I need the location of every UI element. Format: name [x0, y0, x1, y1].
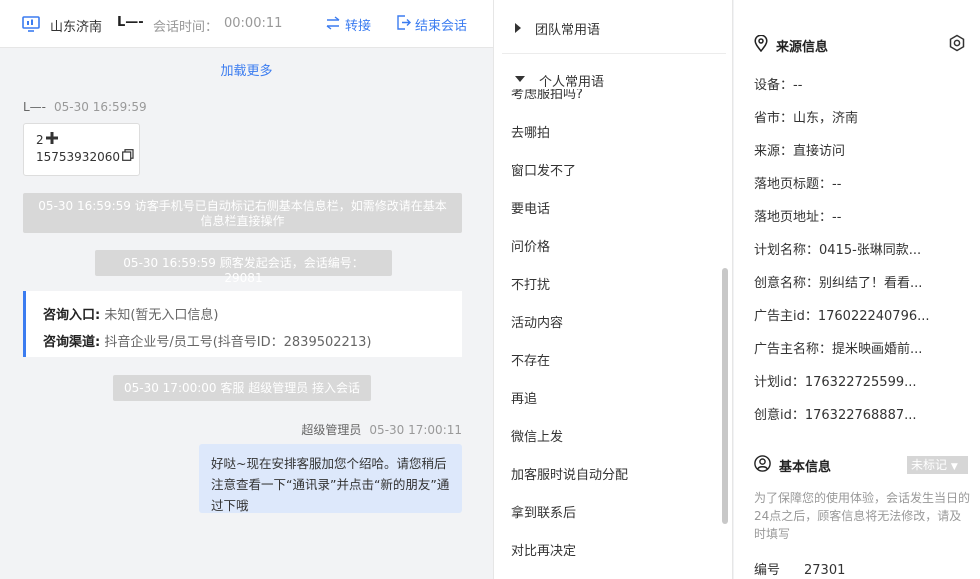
source-info-row: 来源：直接访问 [754, 144, 846, 159]
session-time: 00:00:11 [224, 16, 283, 31]
settings-icon[interactable] [948, 34, 966, 52]
visitor-region: 山东济南 [50, 20, 103, 35]
customer-id-row: 编号 27301 [754, 559, 845, 578]
source-info-row: 落地页标题：-- [754, 177, 842, 192]
edit-notice: 为了保障您的使用体验，会话发生当日的24点之后，顾客信息将无法修改，请及时填写 [754, 491, 971, 541]
customer-id-value: 27301 [804, 563, 846, 578]
basic-info-label: 基本信息 [779, 460, 832, 475]
phrase-item[interactable]: 再追 [511, 388, 537, 407]
chat-panel: 山东济南 L—- 会话时间： 00:00:11 转接 结束会话 加载更多 L—-… [0, 0, 493, 579]
inquiry-channel-label: 咨询渠道: [43, 335, 101, 350]
phrase-item[interactable]: 问价格 [511, 236, 550, 255]
inquiry-info-card: 咨询入口: 未知(暂无入口信息) 咨询渠道: 抖音企业号/员工号(抖音号ID：2… [23, 291, 462, 357]
phrase-item[interactable]: 要电话 [511, 198, 550, 217]
transfer-icon [325, 15, 341, 34]
source-info-row: 创意名称：别纠结了！看看... [754, 276, 923, 291]
basic-info-title: 基本信息 [754, 455, 831, 476]
visitor-message-meta: L—- 05-30 16:59:59 [23, 100, 147, 114]
location-icon [754, 34, 768, 56]
mark-status-label: 未标记 [911, 458, 948, 472]
mark-status-dropdown[interactable]: 未标记 ▼ [907, 456, 968, 474]
load-more-link[interactable]: 加载更多 [0, 60, 493, 79]
customer-id-label: 编号 [754, 563, 781, 578]
card-phone: 15753932060 [36, 150, 120, 164]
source-info-row: 广告主名称：提米映画婚前... [754, 342, 923, 357]
personal-phrases-toggle[interactable]: 个人常用语 [494, 67, 732, 90]
phrase-item[interactable]: 对比再决定 [511, 540, 576, 559]
inquiry-channel-value: 抖音企业号/员工号(抖音号ID：2839502213) [104, 335, 372, 350]
visitor-message-name: L—- [23, 100, 47, 114]
source-info-row: 计划名称：0415-张琳同款... [754, 243, 922, 258]
phrase-item[interactable]: 活动内容 [511, 312, 563, 331]
visitor-message-time: 05-30 16:59:59 [54, 100, 147, 114]
caret-right-icon [515, 23, 521, 33]
session-time-label: 会话时间： [153, 20, 219, 35]
phrase-item[interactable]: 不打扰 [511, 274, 550, 293]
system-message: 05-30 16:59:59 顾客发起会话，会话编号：29081 [95, 250, 392, 285]
agent-message-name: 超级管理员 [301, 423, 362, 437]
divider [502, 53, 726, 54]
phrase-item[interactable]: 窗口发不了 [511, 160, 576, 179]
transfer-button[interactable]: 转接 [325, 15, 371, 34]
phrase-item[interactable]: 拿到联系后 [511, 502, 576, 521]
scrollbar-thumb[interactable] [722, 268, 728, 524]
phrase-item[interactable]: 微信上发 [511, 426, 563, 445]
source-info-row: 省市：山东，济南 [754, 111, 859, 126]
chat-header: 山东济南 L—- 会话时间： 00:00:11 转接 结束会话 [0, 0, 493, 48]
source-info-row: 创意id：176322768887... [754, 408, 917, 423]
visitor-contact-card: 2 15753932060 [23, 123, 140, 176]
quick-phrases-panel: 考虑服拍吗? 去哪拍 窗口发不了 要电话 问价格 不打扰 活动内容 不存在 再追 微信上发 加客服… [493, 0, 733, 579]
system-message: 05-30 17:00:00 客服 超级管理员 接入会话 [113, 375, 371, 401]
team-phrases-label: 团队常用语 [535, 22, 601, 38]
inquiry-entry-label: 咨询入口: [43, 308, 101, 323]
card-line-1: 2 [36, 133, 44, 147]
visitor-info-panel: 来源信息 设备：-- 省市：山东，济南 来源：直接访问 落地页标题：-- 落地页地址：-… [734, 0, 980, 579]
source-info-row: 计划id：176322725599... [754, 375, 917, 390]
copy-icon[interactable] [122, 149, 134, 166]
agent-message-meta: 超级管理员 05-30 17:00:11 [301, 421, 462, 438]
transfer-label: 转接 [345, 19, 372, 34]
source-info-row: 设备：-- [754, 78, 803, 93]
team-phrases-toggle[interactable]: 团队常用语 [494, 14, 732, 42]
caret-down-icon [515, 76, 525, 82]
user-icon [754, 455, 771, 476]
source-info-title: 来源信息 [754, 34, 829, 56]
chevron-down-icon: ▼ [950, 462, 958, 472]
agent-message-bubble: 好哒~现在安排客服加您个绍哈。请您稍后注意查看一下“通讯录”并点击“新的朋友”通… [199, 444, 462, 513]
system-message: 05-30 16:59:59 访客手机号已自动标记右侧基本信息栏，如需修改请在基… [23, 193, 462, 233]
visitor-name: L—- [117, 15, 144, 30]
source-info-label: 来源信息 [776, 40, 829, 55]
plus-icon[interactable] [45, 132, 58, 149]
exit-icon [396, 15, 411, 34]
inquiry-entry-value: 未知(暂无入口信息) [104, 308, 219, 323]
end-session-button[interactable]: 结束会话 [396, 15, 467, 34]
phrase-item[interactable]: 去哪拍 [511, 122, 550, 141]
personal-phrases-label: 个人常用语 [539, 75, 605, 90]
monitor-icon [22, 16, 40, 32]
agent-message-time: 05-30 17:00:11 [369, 423, 462, 437]
phrase-item[interactable]: 不存在 [511, 350, 550, 369]
source-info-row: 落地页地址：-- [754, 210, 842, 225]
end-session-label: 结束会话 [415, 19, 468, 34]
phrase-item[interactable]: 加客服时说自动分配 [511, 464, 628, 483]
source-info-row: 广告主id：176022240796... [754, 309, 930, 324]
